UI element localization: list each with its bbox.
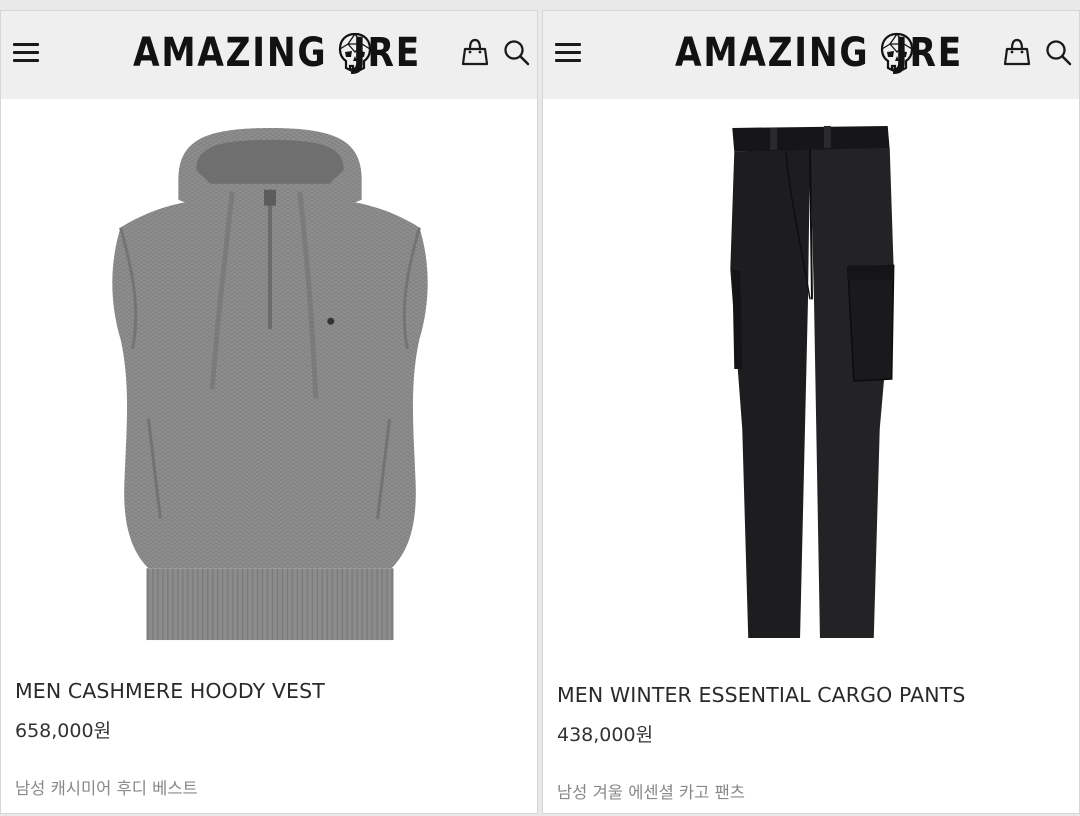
black-cargo-pants-image[interactable]	[543, 99, 1079, 669]
shopping-bag-icon[interactable]	[461, 37, 489, 67]
logo-text-left: AMAZING	[133, 30, 328, 76]
site-header: AMAZING JRE	[1, 11, 537, 99]
brand-logo[interactable]: AMAZING JRE	[133, 29, 432, 77]
shopping-bag-icon[interactable]	[1003, 37, 1031, 67]
site-header: AMAZING JRE	[543, 11, 1079, 99]
product-card-right[interactable]: AMAZING JRE MEN WINTER ESSENTIAL CARGO P…	[542, 10, 1080, 814]
hamburger-menu-icon[interactable]	[13, 41, 41, 65]
hamburger-menu-icon[interactable]	[555, 41, 583, 65]
gray-knit-hoody-vest-image[interactable]	[1, 99, 537, 669]
product-price: 438,000원	[557, 724, 654, 746]
brand-logo[interactable]: AMAZING JRE	[675, 29, 974, 77]
product-subtitle-korean: 남성 캐시미어 후디 베스트	[15, 779, 198, 798]
search-icon[interactable]	[503, 37, 531, 67]
logo-text-right: JRE	[352, 30, 421, 76]
product-name[interactable]: MEN CASHMERE HOODY VEST	[15, 679, 325, 703]
logo-text-right: JRE	[894, 30, 963, 76]
search-icon[interactable]	[1045, 37, 1073, 67]
product-price: 658,000원	[15, 720, 112, 742]
product-card-left[interactable]: AMAZING JRE MEN CASHMERE HOODY VEST 658,…	[0, 10, 538, 814]
logo-text-left: AMAZING	[675, 30, 870, 76]
product-name[interactable]: MEN WINTER ESSENTIAL CARGO PANTS	[557, 683, 965, 707]
product-subtitle-korean: 남성 겨울 에센셜 카고 팬츠	[557, 783, 745, 802]
